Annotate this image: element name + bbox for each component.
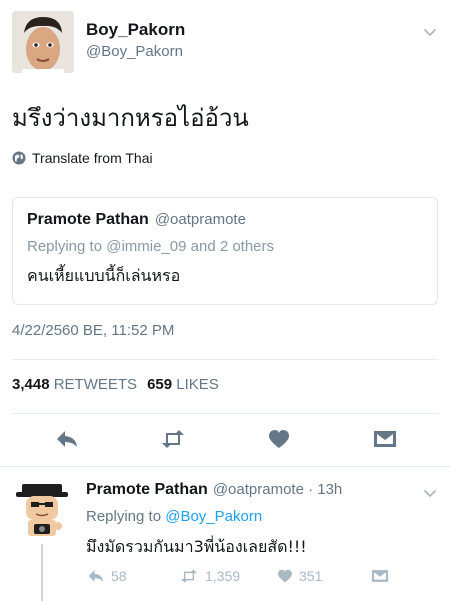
tweet-header: Boy_Pakorn @Boy_Pakorn <box>0 0 450 82</box>
reply-text: มึงมัดรวมกันมา3พี่น้องเลยสัด!!! <box>86 537 307 556</box>
quoted-name-line: Pramote Pathan @oatpramote <box>27 211 246 229</box>
chevron-down-icon[interactable] <box>422 24 438 40</box>
quoted-tweet[interactable]: Pramote Pathan @oatpramote Replying to @i… <box>12 197 438 305</box>
reply-handle-time: @oatpramote · 13h <box>212 481 343 498</box>
translate-label: Translate from Thai <box>32 150 153 166</box>
quoted-text: คนเหี้ยแบบนี้ก็เล่นหรอ <box>27 266 181 285</box>
retweets-stat[interactable]: 3,448 RETWEETS <box>12 376 137 393</box>
reply-count: 58 <box>111 568 127 584</box>
retweets-count: 3,448 <box>12 376 50 393</box>
heart-icon[interactable] <box>266 428 292 450</box>
likes-stat[interactable]: 659 LIKES <box>147 376 219 393</box>
retweet-icon <box>181 569 197 583</box>
reply-icon <box>88 570 104 582</box>
reply-reply-button[interactable]: 58 <box>86 568 127 584</box>
tweet-actions <box>0 418 450 458</box>
chevron-down-icon[interactable] <box>422 485 438 501</box>
avatar[interactable] <box>12 11 74 73</box>
like-count: 351 <box>299 568 323 584</box>
likes-count: 659 <box>147 376 173 393</box>
retweet-count: 1,359 <box>205 568 241 584</box>
reply-replying-to: Replying to @Boy_Pakorn <box>86 508 262 525</box>
display-name[interactable]: Boy_Pakorn <box>86 20 185 40</box>
divider <box>0 466 450 467</box>
tweet-stats: 3,448 RETWEETS 659 LIKES <box>12 376 219 393</box>
message-icon[interactable] <box>372 428 398 450</box>
reply-actions: 58 1,359 351 <box>86 568 406 590</box>
quoted-display-name: Pramote Pathan <box>27 211 149 228</box>
tweet-text: มรึงว่างมากหรอไอ่อ้วน <box>12 104 249 132</box>
timestamp[interactable]: 4/22/2560 BE, 11:52 PM <box>12 322 174 339</box>
retweet-icon[interactable] <box>160 428 186 450</box>
reply-retweet-button[interactable]: 1,359 <box>178 568 240 584</box>
translate-link[interactable]: Translate from Thai <box>12 150 153 166</box>
quoted-handle: @oatpramote <box>154 211 246 228</box>
globe-icon <box>12 151 26 165</box>
message-icon <box>372 570 388 582</box>
reply-display-name[interactable]: Pramote Pathan <box>86 481 208 498</box>
handle[interactable]: @Boy_Pakorn <box>86 43 183 60</box>
likes-label: LIKES <box>176 376 219 393</box>
divider <box>12 359 438 360</box>
thread-line <box>41 544 43 601</box>
heart-icon <box>278 569 292 583</box>
replying-mention[interactable]: @Boy_Pakorn <box>165 508 262 525</box>
retweets-label: RETWEETS <box>53 376 138 393</box>
replying-prefix: Replying to <box>86 508 162 525</box>
divider <box>12 413 438 414</box>
reply-message-button[interactable] <box>370 568 390 584</box>
reply-icon[interactable] <box>54 428 80 450</box>
reply-like-button[interactable]: 351 <box>276 568 322 584</box>
quoted-replying-to: Replying to @immie_09 and 2 others <box>27 238 275 255</box>
reply-avatar[interactable] <box>14 478 70 538</box>
reply-name-line: Pramote Pathan @oatpramote · 13h <box>86 481 342 499</box>
